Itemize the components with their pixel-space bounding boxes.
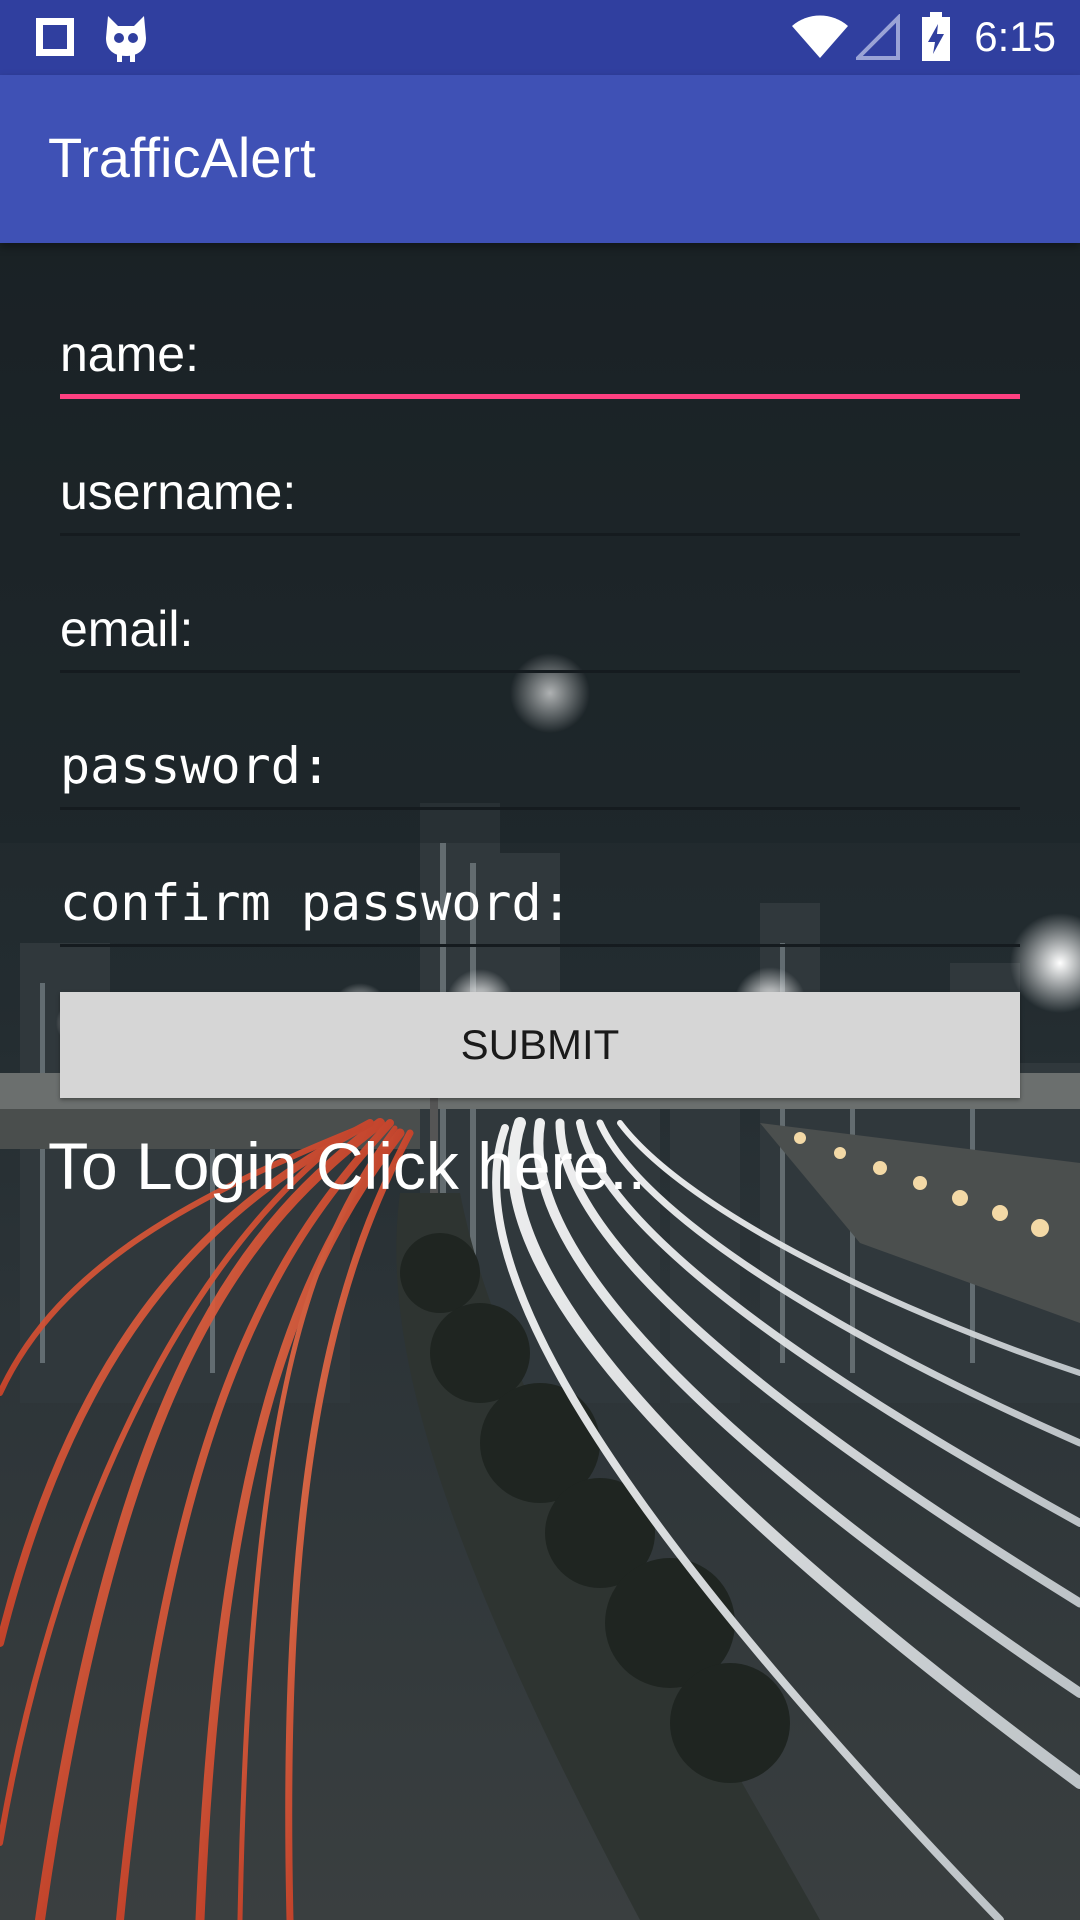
login-link[interactable]: To Login Click here..	[48, 1126, 646, 1206]
submit-button[interactable]: SUBMIT	[60, 992, 1020, 1098]
password-field-underline	[60, 807, 1020, 810]
email-field-underline	[60, 670, 1020, 673]
confirm-password-field-container	[60, 867, 1020, 947]
email-field[interactable]	[60, 593, 1020, 665]
app-bar: TrafficAlert	[0, 75, 1080, 243]
username-field-underline	[60, 533, 1020, 536]
confirm-password-field[interactable]	[60, 867, 1020, 939]
cell-signal-icon	[856, 14, 900, 60]
name-field[interactable]	[60, 318, 1020, 390]
password-field[interactable]	[60, 730, 1020, 802]
status-time: 6:15	[974, 13, 1056, 60]
confirm-password-field-underline	[60, 944, 1020, 947]
username-field[interactable]	[60, 456, 1020, 528]
name-field-underline	[60, 394, 1020, 399]
battery-charging-icon	[922, 12, 950, 61]
email-field-container	[60, 593, 1020, 673]
wifi-icon	[792, 15, 848, 58]
cyanogen-cat-icon	[106, 16, 146, 62]
app-title: TrafficAlert	[48, 126, 316, 189]
name-field-container	[60, 318, 1020, 399]
password-field-container	[60, 730, 1020, 810]
stop-square-icon	[36, 18, 74, 56]
username-field-container	[60, 456, 1020, 536]
status-bar: 6:15	[0, 0, 1080, 75]
